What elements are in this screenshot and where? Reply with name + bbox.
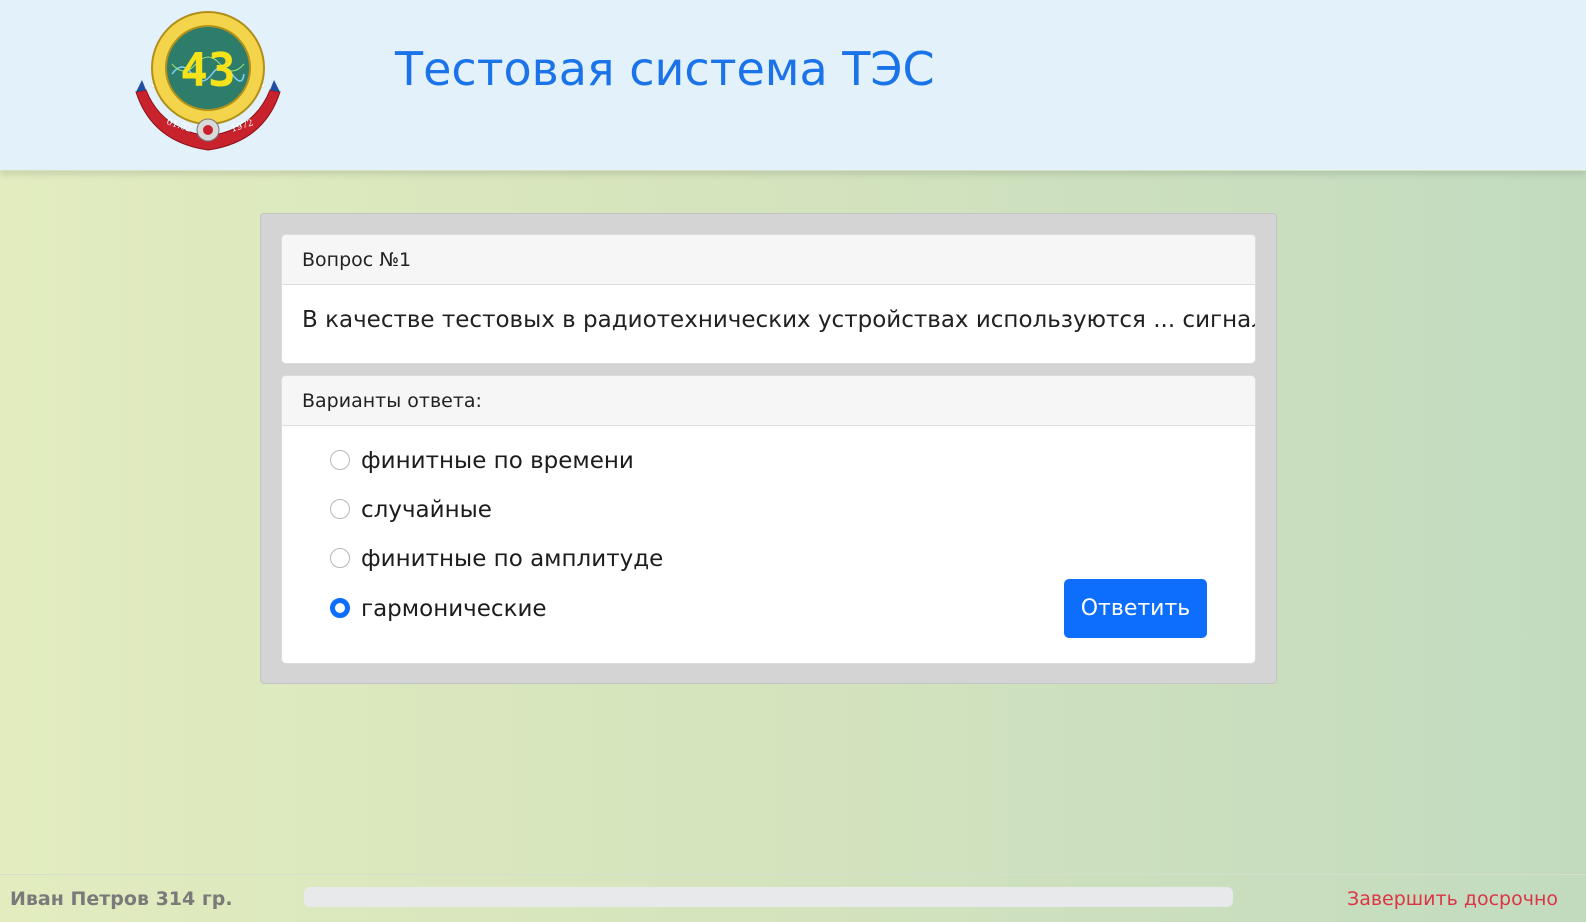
svg-text:43: 43 — [180, 43, 235, 97]
radio-button[interactable] — [330, 449, 350, 470]
answer-option-label: случайные — [361, 497, 492, 523]
radio-button[interactable] — [330, 498, 350, 519]
answer-option-label: гармонические — [361, 596, 547, 622]
finish-early-link[interactable]: Завершить досрочно — [1347, 888, 1558, 910]
answers-card: Варианты ответа: финитные по времени слу… — [281, 375, 1256, 664]
answer-option[interactable]: случайные — [330, 495, 492, 525]
answer-option-label: финитные по времени — [361, 448, 634, 474]
radio-button-selected[interactable] — [330, 597, 350, 618]
question-number: Вопрос №1 — [282, 235, 1255, 285]
submit-answer-button[interactable]: Ответить — [1064, 579, 1207, 638]
app-header: 01.02 1972 43 Тестовая система ТЭС — [0, 0, 1586, 171]
user-name: Иван Петров 314 гр. — [10, 888, 233, 910]
app-title: Тестовая система ТЭС — [395, 42, 935, 96]
department-emblem-icon: 01.02 1972 43 — [135, 11, 281, 151]
answer-option-label: финитные по амплитуде — [361, 546, 664, 572]
radio-button[interactable] — [330, 547, 350, 568]
footer: Иван Петров 314 гр. Завершить досрочно — [0, 874, 1586, 922]
question-text: В качестве тестовых в радиотехнических у… — [302, 307, 1256, 333]
answer-option[interactable]: гармонические — [330, 594, 547, 624]
answers-header: Варианты ответа: — [282, 376, 1255, 426]
test-panel: Вопрос №1 В качестве тестовых в радиотех… — [260, 213, 1277, 684]
answer-option[interactable]: финитные по амплитуде — [330, 544, 663, 574]
answer-option[interactable]: финитные по времени — [330, 446, 634, 476]
question-card: Вопрос №1 В качестве тестовых в радиотех… — [281, 234, 1256, 364]
progress-bar — [304, 887, 1233, 907]
answer-options: финитные по времени случайные финитные п… — [282, 426, 1255, 663]
